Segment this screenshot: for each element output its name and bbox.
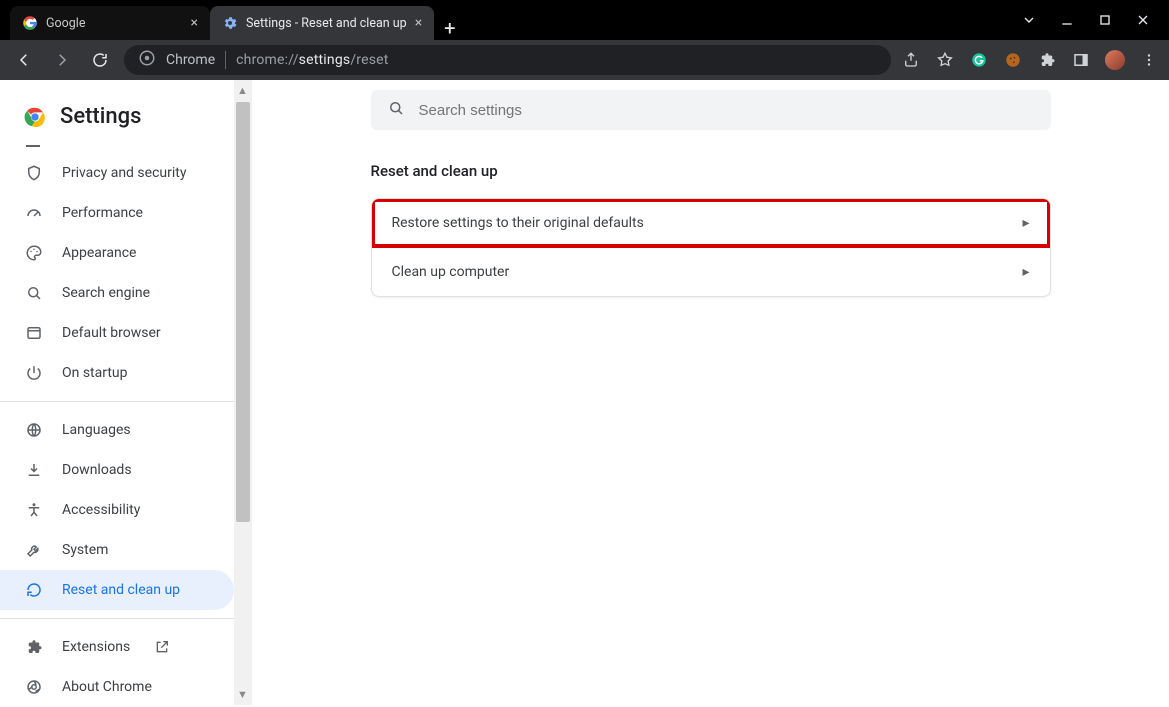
sidebar-item-label: Default browser: [62, 325, 161, 341]
profile-avatar[interactable]: [1105, 50, 1125, 70]
sidebar-separator: [0, 401, 234, 402]
restore-icon: [24, 580, 44, 600]
sidebar-scrollbar[interactable]: ▲ ▼: [234, 80, 252, 705]
settings-search[interactable]: [371, 90, 1051, 130]
site-info-icon[interactable]: [138, 49, 156, 71]
shield-icon: [24, 163, 44, 183]
settings-main: Reset and clean up Restore settings to t…: [252, 80, 1169, 705]
browser-icon: [24, 323, 44, 343]
wrench-icon: [24, 540, 44, 560]
row-clean-up-computer[interactable]: Clean up computer ▸: [372, 247, 1050, 296]
titlebar: Google × Settings - Reset and clean up ×…: [0, 0, 1169, 40]
sidebar-item-languages[interactable]: Languages: [0, 410, 234, 450]
tab-strip: Google × Settings - Reset and clean up ×…: [0, 0, 466, 40]
sidebar-item-appearance[interactable]: Appearance: [0, 233, 234, 273]
settings-app: Settings Privacy and security Performanc…: [0, 80, 1169, 705]
row-label: Clean up computer: [392, 264, 510, 280]
omnibox-url: chrome://settings/reset: [236, 52, 388, 68]
sidebar-item-label: About Chrome: [62, 679, 152, 695]
sidebar-item-accessibility[interactable]: Accessibility: [0, 490, 234, 530]
sidebar-item-default-browser[interactable]: Default browser: [0, 313, 234, 353]
minimize-button[interactable]: [1059, 12, 1075, 28]
omnibox[interactable]: Chrome chrome://settings/reset: [124, 45, 891, 75]
sidebar-item-label: Extensions: [62, 639, 130, 655]
search-icon: [24, 283, 44, 303]
external-link-icon: [154, 639, 170, 655]
sidebar-collapsed-indicator: [26, 145, 40, 147]
toolbar: Chrome chrome://settings/reset: [0, 40, 1169, 80]
palette-icon: [24, 243, 44, 263]
sidebar-item-extensions[interactable]: Extensions: [0, 627, 234, 667]
tab-title: Settings - Reset and clean up: [246, 16, 407, 31]
omnibox-chrome-label: Chrome: [166, 52, 215, 68]
side-panel-icon[interactable]: [1071, 50, 1091, 70]
omnibox-divider: [225, 51, 226, 69]
sidebar-item-label: Search engine: [62, 285, 150, 301]
new-tab-button[interactable]: +: [434, 16, 465, 40]
reset-section: Reset and clean up Restore settings to t…: [371, 162, 1051, 297]
toolbar-actions: [901, 50, 1159, 70]
extension-cookie-icon[interactable]: [1003, 50, 1023, 70]
sidebar-item-downloads[interactable]: Downloads: [0, 450, 234, 490]
tab-settings[interactable]: Settings - Reset and clean up ×: [210, 6, 434, 40]
chrome-logo-icon: [24, 106, 46, 128]
window-controls: [1021, 12, 1169, 28]
puzzle-icon: [24, 637, 44, 657]
sidebar-item-label: Appearance: [62, 245, 136, 261]
settings-brand: Settings: [0, 98, 234, 145]
section-title: Reset and clean up: [371, 162, 1051, 180]
row-restore-defaults[interactable]: Restore settings to their original defau…: [372, 199, 1050, 247]
sidebar-item-label: On startup: [62, 365, 128, 381]
close-window-button[interactable]: [1135, 12, 1151, 28]
sidebar-separator: [0, 618, 234, 619]
accessibility-icon: [24, 500, 44, 520]
settings-title: Settings: [60, 104, 141, 129]
sidebar-item-about[interactable]: About Chrome: [0, 667, 234, 707]
extensions-puzzle-icon[interactable]: [1037, 50, 1057, 70]
sidebar-item-label: System: [62, 542, 108, 558]
download-icon: [24, 460, 44, 480]
sidebar-item-label: Performance: [62, 205, 143, 221]
search-icon: [387, 99, 405, 121]
sidebar-item-label: Languages: [62, 422, 131, 438]
kebab-menu-icon[interactable]: [1139, 50, 1159, 70]
globe-icon: [24, 420, 44, 440]
back-button[interactable]: [10, 46, 38, 74]
maximize-button[interactable]: [1097, 12, 1113, 28]
speedometer-icon: [24, 203, 44, 223]
power-icon: [24, 363, 44, 383]
tab-google[interactable]: Google ×: [10, 6, 210, 40]
gear-icon: [222, 15, 238, 31]
chevron-right-icon: ▸: [1022, 215, 1029, 231]
chevron-down-icon[interactable]: [1021, 12, 1037, 28]
search-input[interactable]: [419, 102, 1035, 119]
sidebar-item-privacy[interactable]: Privacy and security: [0, 153, 234, 193]
sidebar-item-performance[interactable]: Performance: [0, 193, 234, 233]
google-favicon-icon: [22, 15, 38, 31]
share-icon[interactable]: [901, 50, 921, 70]
scroll-thumb[interactable]: [236, 102, 250, 522]
tab-title: Google: [46, 16, 85, 31]
close-icon[interactable]: ×: [191, 15, 198, 31]
sidebar-item-label: Reset and clean up: [62, 582, 180, 598]
close-icon[interactable]: ×: [415, 15, 422, 31]
sidebar-item-search-engine[interactable]: Search engine: [0, 273, 234, 313]
reload-button[interactable]: [86, 46, 114, 74]
chevron-right-icon: ▸: [1022, 264, 1029, 280]
scroll-up-icon[interactable]: ▲: [237, 84, 248, 97]
sidebar-item-label: Privacy and security: [62, 165, 186, 181]
forward-button[interactable]: [48, 46, 76, 74]
row-label: Restore settings to their original defau…: [392, 215, 644, 231]
extension-grammarly-icon[interactable]: [969, 50, 989, 70]
sidebar-item-reset[interactable]: Reset and clean up: [0, 570, 234, 610]
sidebar-item-system[interactable]: System: [0, 530, 234, 570]
scroll-down-icon[interactable]: ▼: [237, 688, 248, 701]
settings-card: Restore settings to their original defau…: [371, 198, 1051, 297]
chrome-icon: [24, 677, 44, 697]
sidebar-item-on-startup[interactable]: On startup: [0, 353, 234, 393]
sidebar-item-label: Accessibility: [62, 502, 140, 518]
sidebar-item-label: Downloads: [62, 462, 132, 478]
bookmark-star-icon[interactable]: [935, 50, 955, 70]
settings-sidebar: Settings Privacy and security Performanc…: [0, 80, 234, 705]
